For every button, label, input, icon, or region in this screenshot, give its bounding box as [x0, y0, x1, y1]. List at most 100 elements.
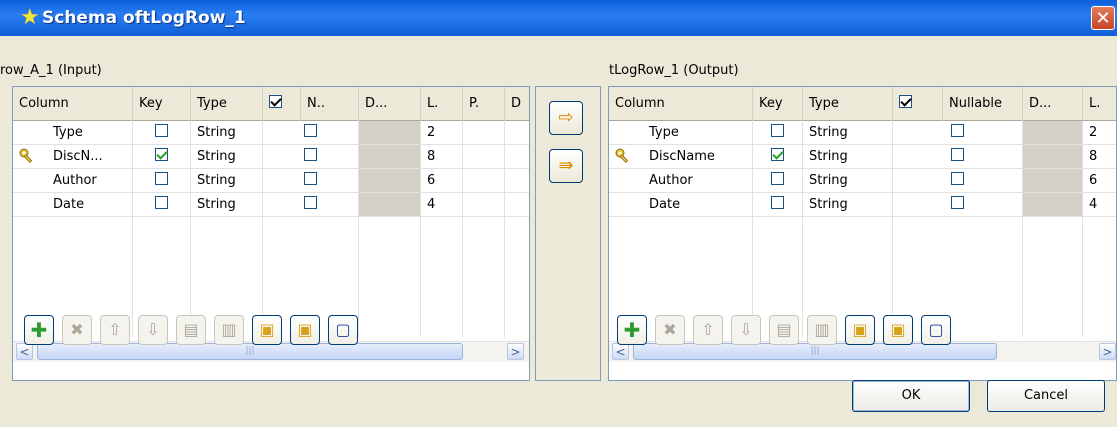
add-button[interactable]: ✚ [24, 315, 54, 345]
column-header[interactable]: Nullable [943, 87, 1023, 121]
default-cell [1023, 169, 1083, 193]
paste-button[interactable]: ▥ [807, 315, 837, 345]
empty-cell [359, 265, 421, 289]
export-button[interactable]: ▣ [883, 315, 913, 345]
scroll-thumb[interactable]: ||| [633, 343, 997, 360]
scroll-right-icon[interactable]: > [507, 343, 524, 360]
table-row[interactable]: Date String 4 [13, 193, 529, 217]
column-header[interactable]: D... [359, 87, 421, 121]
delete-button[interactable]: ✖ [62, 315, 92, 345]
copy-button[interactable]: ▤ [769, 315, 799, 345]
default-cell [359, 121, 421, 145]
move-down-button[interactable]: ⇩ [731, 315, 761, 345]
length-cell: 2 [1083, 121, 1116, 145]
save-button[interactable]: ▢ [921, 315, 951, 345]
column-header[interactable]: Key [753, 87, 803, 121]
precision-cell [463, 121, 505, 145]
empty-cell [505, 217, 529, 241]
table-row[interactable]: Date String 4 [609, 193, 1116, 217]
scroll-right-icon[interactable]: > [1099, 343, 1116, 360]
ok-button[interactable]: OK [852, 380, 970, 412]
table-row[interactable]: Author String 6 [609, 169, 1116, 193]
length-cell: 8 [421, 145, 463, 169]
key-cell [753, 193, 803, 217]
column-header[interactable]: Type [803, 87, 893, 121]
column-header-checkbox[interactable] [263, 87, 301, 121]
comment-cell [505, 121, 529, 145]
empty-cell [1023, 265, 1083, 289]
column-header[interactable]: D... [1023, 87, 1083, 121]
add-icon: ✚ [623, 318, 641, 342]
table-row[interactable]: Type String 2 [13, 121, 529, 145]
close-button[interactable]: ✕ [1091, 6, 1115, 30]
scroll-thumb[interactable]: ||| [37, 343, 463, 360]
move-up-button[interactable]: ⇧ [693, 315, 723, 345]
copy-all-button[interactable]: ⇛ [549, 149, 583, 183]
column-cell: Author [13, 169, 133, 193]
delete-button[interactable]: ✖ [655, 315, 685, 345]
length-cell: 8 [1083, 145, 1116, 169]
empty-cell [1083, 241, 1116, 265]
column-header[interactable]: P. [463, 87, 505, 121]
scroll-left-icon[interactable]: < [16, 343, 33, 360]
empty-cell [463, 217, 505, 241]
nullable-checkbox[interactable] [951, 124, 964, 137]
import-icon: ▣ [259, 320, 275, 339]
nullable-checkbox[interactable] [951, 196, 964, 209]
table-row[interactable]: DiscName String 8 [609, 145, 1116, 169]
nullable-checkbox[interactable] [304, 124, 317, 137]
add-button[interactable]: ✚ [617, 315, 647, 345]
move-up-button[interactable]: ⇧ [100, 315, 130, 345]
nullable-checkbox[interactable] [951, 148, 964, 161]
key-checkbox[interactable] [155, 124, 168, 137]
empty-cell [133, 241, 191, 265]
nullable-checkbox[interactable] [304, 148, 317, 161]
key-checkbox[interactable] [771, 124, 784, 137]
select-all-checkbox[interactable] [899, 95, 912, 108]
column-header[interactable]: Column [13, 87, 133, 121]
empty-cell [753, 241, 803, 265]
column-header[interactable]: L. [1083, 87, 1116, 121]
column-header[interactable]: Key [133, 87, 191, 121]
key-checkbox[interactable] [155, 148, 168, 161]
column-header[interactable]: L. [421, 87, 463, 121]
nullable-cell [893, 169, 1023, 193]
paste-button[interactable]: ▥ [214, 315, 244, 345]
key-checkbox[interactable] [771, 196, 784, 209]
delete-icon: ✖ [70, 320, 84, 339]
column-header[interactable]: N.. [301, 87, 359, 121]
transfer-column: ⇨ ⇛ [535, 86, 601, 381]
import-button[interactable]: ▣ [252, 315, 282, 345]
key-checkbox[interactable] [771, 148, 784, 161]
table-row[interactable]: Type String 2 [609, 121, 1116, 145]
column-cell: Date [609, 193, 753, 217]
key-icon [19, 148, 35, 164]
column-cell: Type [609, 121, 753, 145]
cancel-button[interactable]: Cancel [987, 380, 1105, 412]
select-all-checkbox[interactable] [269, 95, 282, 108]
table-row[interactable]: DiscN... String 8 [13, 145, 529, 169]
save-button[interactable]: ▢ [328, 315, 358, 345]
nullable-cell [893, 121, 1023, 145]
empty-cell [505, 241, 529, 265]
nullable-cell [893, 193, 1023, 217]
input-table-header: Column Key Type N.. D... L. P. D [13, 87, 529, 121]
key-checkbox[interactable] [155, 196, 168, 209]
key-checkbox[interactable] [155, 172, 168, 185]
empty-cell [133, 289, 191, 313]
key-checkbox[interactable] [771, 172, 784, 185]
copy-selected-button[interactable]: ⇨ [549, 101, 583, 135]
export-button[interactable]: ▣ [290, 315, 320, 345]
copy-button[interactable]: ▤ [176, 315, 206, 345]
column-header-checkbox[interactable] [893, 87, 943, 121]
import-button[interactable]: ▣ [845, 315, 875, 345]
column-header[interactable]: Type [191, 87, 263, 121]
nullable-checkbox[interactable] [951, 172, 964, 185]
move-down-button[interactable]: ⇩ [138, 315, 168, 345]
column-header[interactable]: D [505, 87, 529, 121]
column-header[interactable]: Column [609, 87, 753, 121]
table-row[interactable]: Author String 6 [13, 169, 529, 193]
nullable-checkbox[interactable] [304, 172, 317, 185]
paste-icon: ▥ [221, 320, 237, 339]
nullable-checkbox[interactable] [304, 196, 317, 209]
